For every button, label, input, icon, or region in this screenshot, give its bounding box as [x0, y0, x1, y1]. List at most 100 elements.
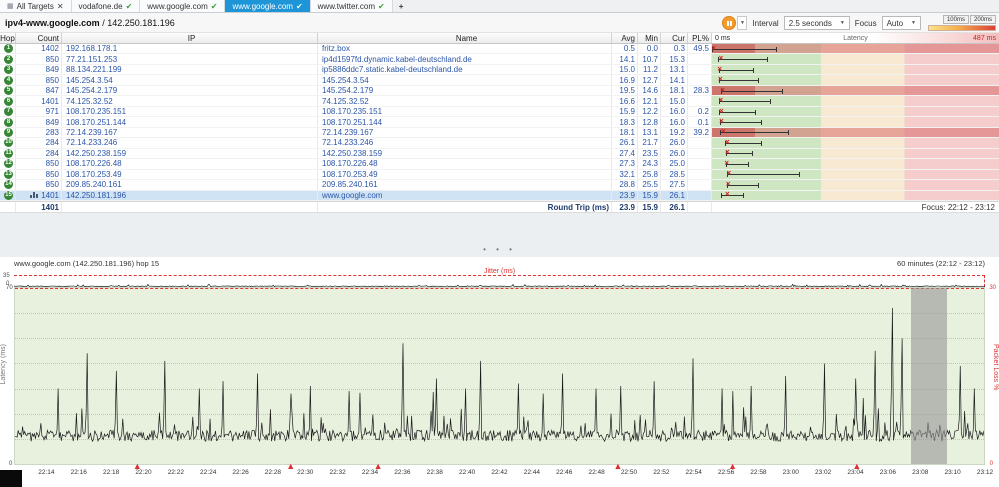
packet-loss-marker-icon[interactable]: ▲	[852, 461, 861, 471]
tab-vodafone-de[interactable]: vodafone.de ✔	[71, 0, 141, 12]
focus-label: Focus	[854, 18, 877, 28]
latency-graph-cell[interactable]: ×	[712, 138, 999, 148]
min-cell: 21.7	[638, 138, 661, 148]
latency-graph-cell[interactable]: ×	[712, 54, 999, 64]
pause-menu-button[interactable]: ▼	[737, 16, 748, 30]
ip-cell: 142.250.181.196	[62, 190, 318, 201]
latency-graph-cell[interactable]: ×	[712, 180, 999, 190]
header-hop[interactable]: Hop	[0, 33, 16, 43]
packet-loss-marker-icon[interactable]: ▲	[286, 461, 295, 471]
latency-scale-max: 487 ms	[973, 35, 996, 42]
hop-row-4[interactable]: 4 850 145.254.3.54 145.254.3.54 16.9 12.7 14.1…	[0, 75, 999, 86]
hop-row-9[interactable]: 9 283 72.14.239.167 72.14.239.167 18.1 13.1 19…	[0, 127, 999, 139]
hop-row-2[interactable]: 2 850 77.21.151.253 ip4d1597fd.dynamic.kabe…	[0, 54, 999, 65]
pause-control: ▼	[722, 16, 748, 30]
latency-graph-cell[interactable]: ×	[712, 106, 999, 117]
header-min[interactable]: Min	[638, 33, 661, 43]
jitter-plot[interactable]	[14, 276, 985, 287]
new-tab-button[interactable]: +	[393, 0, 410, 12]
header-name[interactable]: Name	[318, 33, 612, 43]
tab-www-google-com[interactable]: www.google.com ✔	[140, 0, 226, 12]
time-label: 23:06	[879, 469, 897, 476]
min-cell: 10.7	[638, 54, 661, 64]
count-cell: 1402	[16, 44, 62, 54]
cur-cell: 0.3	[661, 44, 688, 54]
time-label: 22:52	[653, 469, 670, 476]
header-cur[interactable]: Cur	[661, 33, 688, 43]
interval-label: Interval	[752, 18, 779, 28]
latency-graph-cell[interactable]: ×	[712, 159, 999, 169]
latency-graph-cell[interactable]: ×	[712, 169, 999, 180]
packet-loss-marker-icon[interactable]: ▲	[728, 461, 737, 471]
scale-100ms-button[interactable]: 100ms	[942, 15, 969, 24]
tab-all-targets[interactable]: ▦ All Targets ✕	[0, 0, 72, 12]
latency-graph-cell[interactable]: ×	[712, 190, 999, 201]
jitter-strip[interactable]: 35 0 Jitter (ms)	[0, 268, 999, 287]
avg-cell: 16.9	[612, 75, 638, 85]
latency-whisker	[720, 88, 783, 94]
hop-row-6[interactable]: 6 1401 74.125.32.52 74.125.32.52 16.6 12.1 15.…	[0, 96, 999, 107]
ip-cell: 142.250.238.159	[62, 148, 318, 159]
min-cell: 12.8	[638, 117, 661, 127]
hop-number-cell: 7	[0, 106, 16, 117]
hop-row-3[interactable]: 3 849 88.134.221.199 ip5886ddc7.static.kabe…	[0, 64, 999, 76]
pause-button[interactable]	[722, 16, 737, 30]
corner-black-box	[0, 470, 22, 487]
hop-badge: 7	[4, 107, 13, 117]
latency-range-background: ×	[712, 44, 999, 54]
latency-graph-cell[interactable]: ×	[712, 117, 999, 127]
latency-graph-cell[interactable]: ×	[712, 96, 999, 106]
header-pl[interactable]: PL%	[688, 33, 712, 43]
hop-row-11[interactable]: 11 284 142.250.238.159 142.250.238.159 27.4 2…	[0, 148, 999, 160]
time-label: 22:48	[588, 469, 605, 476]
focus-range: Focus: 22:12 - 23:12	[921, 202, 995, 212]
header-avg[interactable]: Avg	[612, 33, 638, 43]
latency-graph-cell[interactable]: ×	[712, 75, 999, 85]
hop-row-1[interactable]: 1 1402 192.168.178.1 fritz.box 0.5 0.0 0.3 49.5…	[0, 44, 999, 55]
avg-cell: 27.3	[612, 159, 638, 169]
latency-graph-cell[interactable]: ×	[712, 64, 999, 75]
latency-graph-cell[interactable]: ×	[712, 44, 999, 54]
time-label: 22:32	[329, 469, 346, 476]
latency-graph-cell[interactable]: ×	[712, 85, 999, 96]
tab-label: www.google.com	[147, 1, 208, 11]
latency-range-background: ×	[712, 138, 999, 148]
tab-label: www.google.com	[232, 1, 293, 11]
hop-row-5[interactable]: 5 847 145.254.2.179 145.254.2.179 19.5 14.6 18…	[0, 85, 999, 97]
count-cell: 850	[16, 75, 62, 85]
hop-grid: Hop Count IP Name Avg Min Cur PL% 0 ms L…	[0, 33, 999, 212]
hop-row-14[interactable]: 14 850 209.85.240.161 209.85.240.161 28.8 25.…	[0, 180, 999, 191]
tab-www-twitter-com[interactable]: www.twitter.com ✔	[310, 0, 393, 12]
packet-loss-marker-icon[interactable]: ▲	[133, 461, 142, 471]
latency-graph-cell[interactable]: ×	[712, 127, 999, 138]
tab-www-google-com[interactable]: www.google.com ✔	[225, 0, 311, 12]
time-axis[interactable]: 22:14 22:16 22:18 22:20 22:22 22:24 22:26 22:28…	[14, 461, 993, 487]
hop-row-10[interactable]: 10 284 72.14.233.246 72.14.233.246 26.1 21.7 2…	[0, 138, 999, 149]
header-latency[interactable]: 0 ms Latency 487 ms	[712, 33, 999, 43]
close-icon[interactable]: ✕	[57, 2, 64, 11]
hop-badge: 4	[4, 75, 13, 85]
header-count[interactable]: Count	[16, 33, 62, 43]
latency-plot[interactable]	[14, 287, 985, 465]
packet-loss-marker-icon[interactable]: ▲	[613, 461, 622, 471]
header-ip[interactable]: IP	[62, 33, 318, 43]
hop-row-7[interactable]: 7 971 108.170.235.151 108.170.235.151 15.9 12…	[0, 106, 999, 118]
latency-scale-gradient[interactable]	[928, 25, 996, 31]
scale-200ms-button[interactable]: 200ms	[969, 15, 996, 24]
interval-select[interactable]: 2.5 seconds ▼	[783, 16, 850, 30]
focus-select[interactable]: Auto ▼	[881, 16, 921, 30]
focused-hop-chart-icon	[30, 192, 39, 199]
splitter-handle[interactable]: • • •	[0, 245, 999, 254]
latency-graph-cell[interactable]: ×	[712, 148, 999, 159]
packet-loss-marker-icon[interactable]: ▲	[374, 461, 383, 471]
cur-cell: 15.0	[661, 96, 688, 106]
hop-row-13[interactable]: 13 850 108.170.253.49 108.170.253.49 32.1 25.…	[0, 169, 999, 181]
hop-number-cell: 6	[0, 96, 16, 106]
hop-badge: 3	[4, 65, 13, 75]
hop-row-8[interactable]: 8 849 108.170.251.144 108.170.251.144 18.3 12…	[0, 117, 999, 128]
name-cell: 108.170.226.48	[318, 159, 612, 169]
name-cell: ip4d1597fd.dynamic.kabel-deutschland.de	[318, 54, 612, 64]
hop-row-15[interactable]: 15 1401 142.250.181.196 www.google.com 23.9 1…	[0, 190, 999, 202]
hop-row-12[interactable]: 12 850 108.170.226.48 108.170.226.48 27.3 24.…	[0, 159, 999, 170]
pause-icon	[726, 20, 732, 26]
